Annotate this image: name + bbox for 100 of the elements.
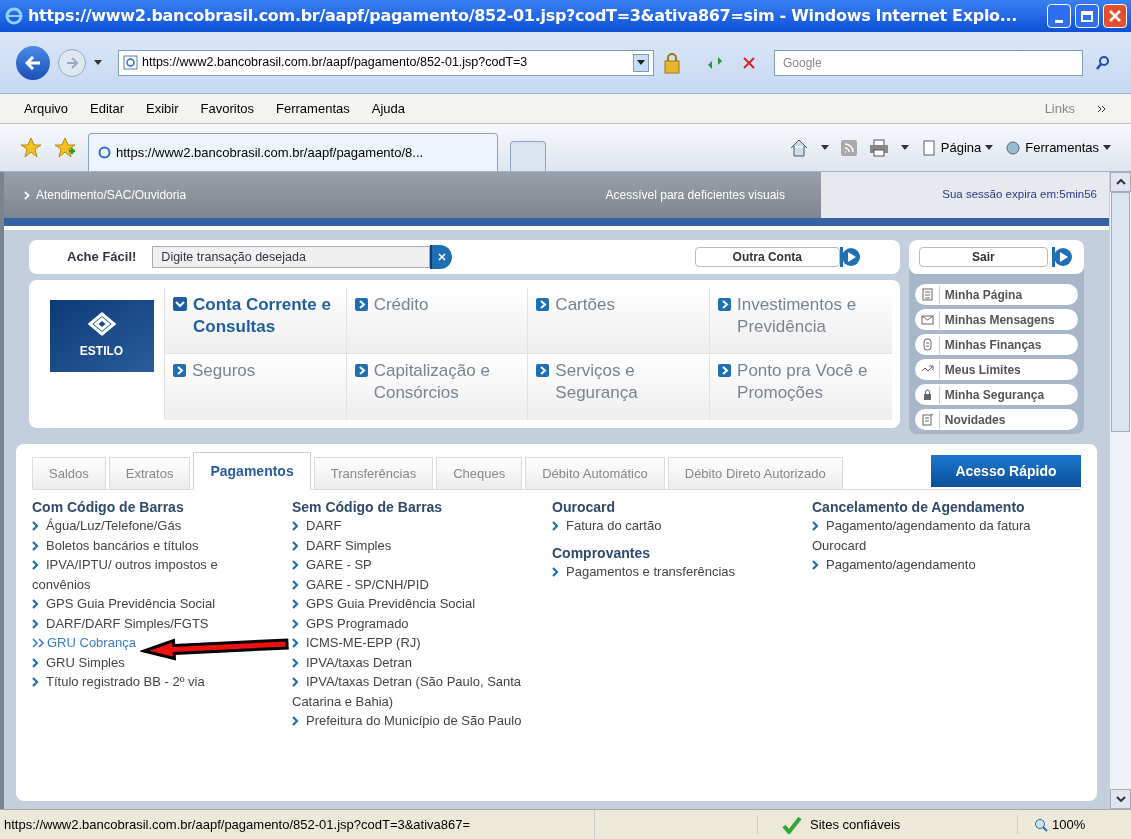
browser-logo-icon xyxy=(4,6,24,26)
section-tab[interactable]: Pagamentos xyxy=(193,452,311,490)
chevron-icon xyxy=(292,618,299,629)
menu-item[interactable]: Arquivo xyxy=(24,98,69,119)
payment-link[interactable]: GARE - SP/CNH/PID xyxy=(292,574,429,594)
chevron-icon xyxy=(32,599,39,609)
address-dropdown-button[interactable] xyxy=(633,53,649,72)
close-button[interactable] xyxy=(1103,4,1127,28)
refresh-icon xyxy=(706,55,724,70)
payment-link[interactable]: Título registrado BB - 2º via xyxy=(32,672,205,692)
back-button[interactable] xyxy=(16,45,50,80)
quick-link[interactable]: Minha Página xyxy=(914,284,1078,305)
close-icon xyxy=(1109,10,1121,22)
tab-title: https://www2.bancobrasil.com.br/aapf/pagamento/8... xyxy=(116,143,424,162)
menu-item[interactable]: Ferramentas xyxy=(276,98,350,119)
payment-link[interactable]: GRU Simples xyxy=(32,652,125,672)
category-link[interactable]: Crédito xyxy=(346,288,529,354)
payment-link[interactable]: IPVA/taxas Detran (São Paulo, Santa Catarina e Bahia) xyxy=(292,672,532,711)
chevron-icon xyxy=(292,579,299,590)
chevron-icon xyxy=(812,560,819,570)
payment-link[interactable]: Fatura do cartão xyxy=(552,516,662,536)
address-field[interactable]: https://www2.bancobrasil.com.br/aapf/pagamento/852-01.jsp?codT=3 xyxy=(118,49,654,76)
command-button[interactable]: Ferramentas xyxy=(1005,137,1111,158)
scroll-up-icon[interactable] xyxy=(1115,179,1126,185)
menu-item[interactable]: Editar xyxy=(90,98,125,119)
page-icon xyxy=(123,55,138,70)
arrow-square-icon xyxy=(718,298,732,311)
payment-link[interactable]: GRU Cobrança xyxy=(32,633,136,653)
caret-icon xyxy=(637,60,645,65)
envelope-icon xyxy=(920,313,934,326)
page-icon xyxy=(97,145,112,160)
clear-button[interactable] xyxy=(430,245,453,269)
arrow-square-icon xyxy=(354,298,368,311)
payment-link[interactable]: IPVA/taxas Detran xyxy=(292,652,412,672)
logout-button[interactable]: Sair xyxy=(918,247,1048,267)
chevron-icon xyxy=(552,566,559,577)
payment-link[interactable]: GPS Guia Previdência Social xyxy=(292,594,476,614)
menu-item[interactable]: Favoritos xyxy=(200,98,255,119)
category-link[interactable]: Cartões xyxy=(528,288,711,354)
search-field[interactable]: Google xyxy=(774,49,1083,76)
play-icon xyxy=(1052,246,1074,268)
browser-tab[interactable]: https://www2.bancobrasil.com.br/aapf/pagamento/8... xyxy=(88,133,498,171)
chevron-icon xyxy=(292,540,299,551)
quick-access-button[interactable]: Acesso Rápido xyxy=(931,455,1081,487)
section-heading: Sem Código de Barras xyxy=(292,498,444,516)
payment-link[interactable]: Boletos bancários e títulos xyxy=(32,535,199,555)
quick-link[interactable]: Minha Segurança xyxy=(914,384,1078,405)
chevron-icon xyxy=(24,190,30,200)
arrow-square-icon xyxy=(354,364,368,377)
scroll-thumb[interactable] xyxy=(1111,192,1130,432)
scroll-down-icon[interactable] xyxy=(1115,796,1126,802)
chevron-icon xyxy=(32,521,39,531)
payment-link[interactable]: GPS Programado xyxy=(292,613,409,633)
add-star-icon xyxy=(54,136,76,159)
payment-link[interactable]: Água/Luz/Telefone/Gás xyxy=(32,516,182,536)
double-chevron-icon xyxy=(32,638,45,648)
payment-link[interactable]: DARF Simples xyxy=(292,535,392,555)
logo-mark-icon xyxy=(85,312,118,338)
search-icon xyxy=(1095,54,1111,71)
quick-link[interactable]: Novidades xyxy=(914,409,1078,430)
payment-link[interactable]: ICMS-ME-EPP (RJ) xyxy=(292,633,421,653)
payment-link[interactable]: Pagamento/agendamento xyxy=(812,555,976,575)
payment-link[interactable]: IPVA/IPTU/ outros impostos e convênios xyxy=(32,555,272,594)
feed-icon xyxy=(840,139,857,156)
arrow-square-icon xyxy=(536,364,550,377)
checked-box-icon xyxy=(173,297,187,311)
back-arrow-icon xyxy=(25,55,41,70)
payment-link[interactable]: DARF xyxy=(292,516,342,536)
chevron-icon xyxy=(32,657,39,668)
finder-field[interactable]: Digite transação desejada xyxy=(152,246,431,268)
other-account-button[interactable]: Outra Conta xyxy=(694,247,840,267)
payment-link[interactable]: Prefeitura do Município de São Paulo xyxy=(292,711,522,731)
category-link[interactable]: Seguros xyxy=(165,354,347,420)
caret-icon xyxy=(900,145,909,150)
payment-link[interactable]: GARE - SP xyxy=(292,555,372,575)
menu-item[interactable]: Ajuda xyxy=(371,98,405,119)
payment-link[interactable]: Pagamentos e transferências xyxy=(552,561,736,581)
chevron-icon xyxy=(292,599,299,609)
maximize-button[interactable] xyxy=(1075,4,1099,28)
quick-link[interactable]: Meus Limites xyxy=(914,359,1078,380)
payment-link[interactable]: GPS Guia Previdência Social xyxy=(32,594,216,614)
section-heading: Comprovantes xyxy=(552,543,652,562)
menu-item[interactable]: Exibir xyxy=(146,98,179,119)
payment-link[interactable]: Pagamento/agendamento da fatura Ourocard xyxy=(812,516,1062,555)
category-link[interactable]: Serviços e Segurança xyxy=(528,354,711,420)
quick-link[interactable]: Minhas Mensagens xyxy=(914,309,1078,330)
command-button[interactable]: Página xyxy=(920,137,994,158)
category-link[interactable]: Conta Corrente e Consultas xyxy=(165,288,347,354)
category-link[interactable]: Capitalização e Consórcios xyxy=(346,354,529,420)
payment-link[interactable]: DARF/DARF Simples/FGTS xyxy=(32,613,209,633)
quick-link[interactable]: Minhas Finanças xyxy=(914,334,1078,355)
security-zone: Sites confiáveis xyxy=(757,814,1017,835)
session-timer: Sua sessão expira em:5min56 xyxy=(942,187,1097,203)
logo-text: ESTILO xyxy=(79,343,124,360)
printer-icon xyxy=(868,138,889,157)
minimize-button[interactable] xyxy=(1047,4,1071,28)
home-icon xyxy=(788,138,809,157)
caret-icon xyxy=(820,145,829,150)
zoom-level[interactable]: 100% xyxy=(1017,814,1127,835)
chevron-icon xyxy=(292,521,299,531)
